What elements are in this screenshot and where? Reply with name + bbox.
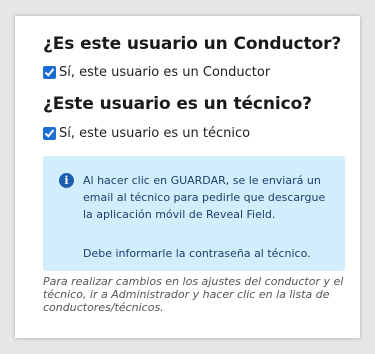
- settings-footnote: Para realizar cambios en los ajustes del…: [43, 275, 344, 314]
- driver-checkbox-label: Sí, este usuario es un Conductor: [59, 65, 271, 80]
- technician-checkbox-row[interactable]: Sí, este usuario es un técnico: [43, 126, 250, 141]
- technician-checkbox[interactable]: [43, 127, 56, 140]
- driver-checkbox-row[interactable]: Sí, este usuario es un Conductor: [43, 65, 270, 80]
- driver-checkbox[interactable]: [43, 66, 56, 79]
- info-icon: i: [59, 173, 74, 188]
- user-role-card: ¿Es este usuario un Conductor? Sí, este …: [15, 16, 360, 338]
- technician-question-heading: ¿Este usuario es un técnico?: [43, 94, 312, 114]
- technician-checkbox-label: Sí, este usuario es un técnico: [59, 126, 251, 141]
- info-password-note: Debe informarle la contraseña al técnico…: [83, 247, 311, 260]
- info-notice-box: i Al hacer clic en GUARDAR, se le enviar…: [43, 156, 345, 271]
- info-message: Al hacer clic en GUARDAR, se le enviará …: [83, 174, 326, 221]
- driver-question-heading: ¿Es este usuario un Conductor?: [43, 34, 342, 54]
